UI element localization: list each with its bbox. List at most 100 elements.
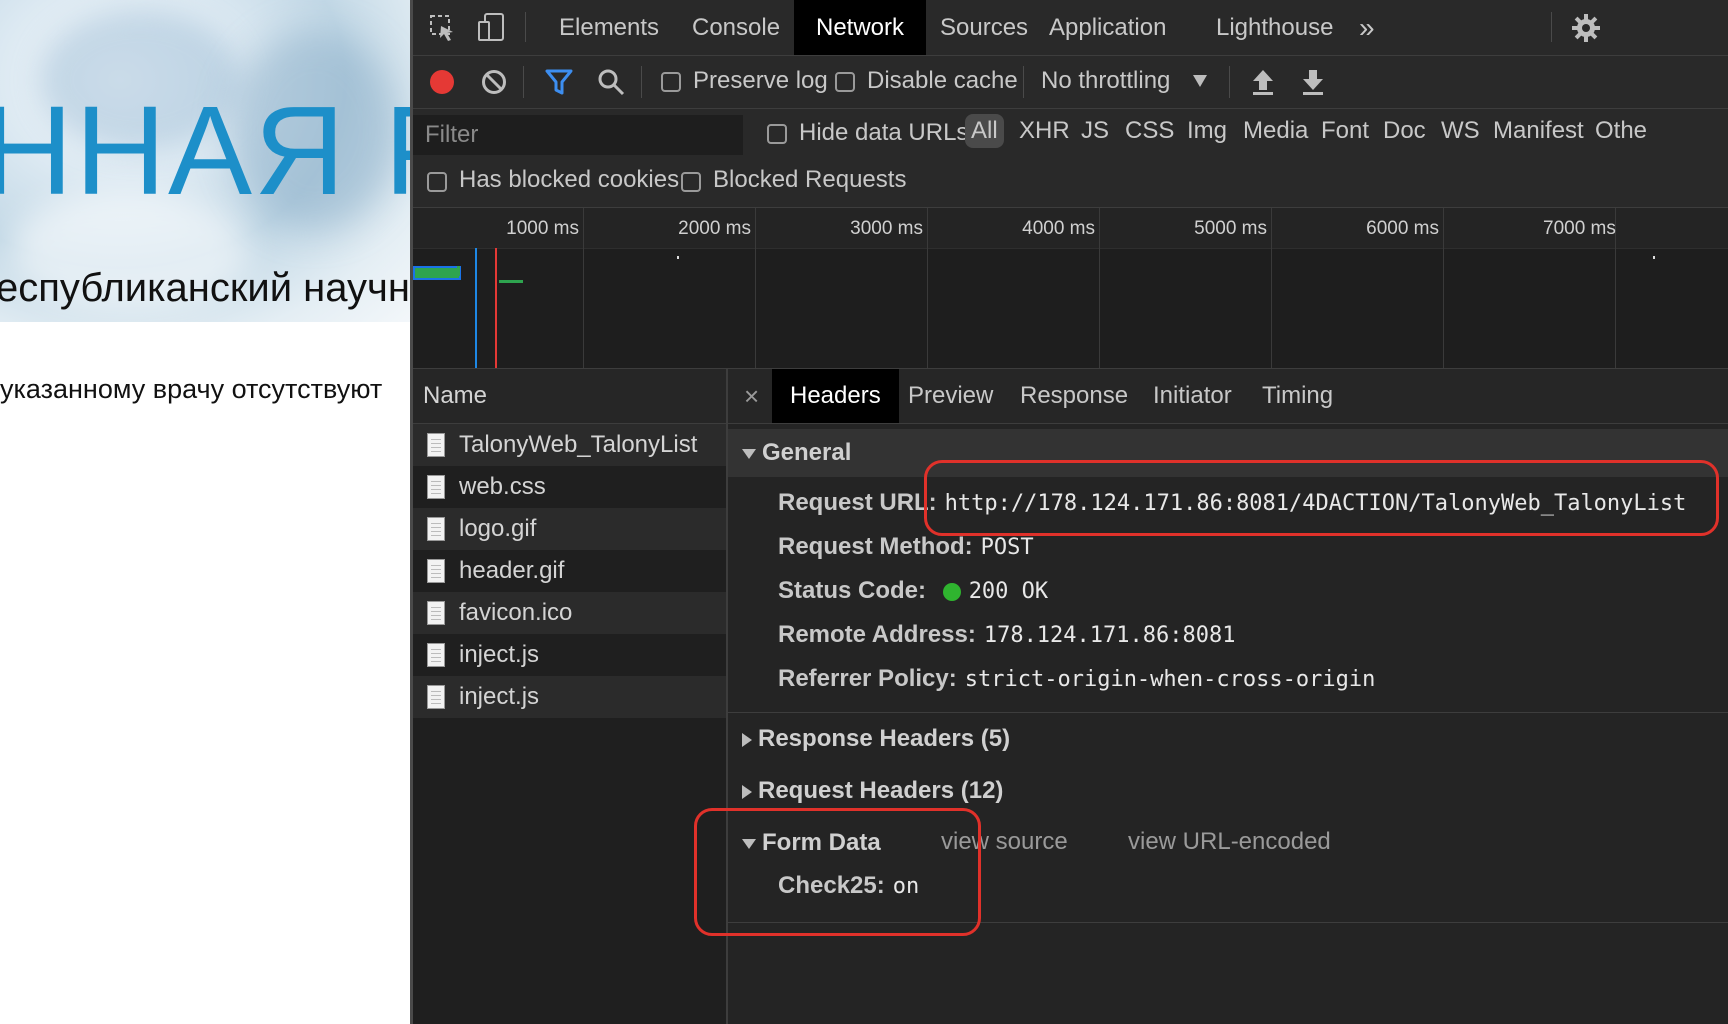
script-icon <box>427 643 445 667</box>
tab-application[interactable]: Application <box>1049 0 1166 55</box>
remote-address-row: Remote Address: 178.124.171.86:8081 <box>778 621 1236 649</box>
blocked-requests-checkbox[interactable] <box>681 172 701 192</box>
request-headers-title: Request Headers (12) <box>758 777 1004 804</box>
timeline-tick-label: 5000 ms <box>1194 218 1267 239</box>
header-key: Referrer Policy: <box>778 665 957 692</box>
request-row[interactable]: TalonyWeb_TalonyList <box>413 424 726 466</box>
devtools-panel: Elements Console Network Sources Applica… <box>410 0 1728 1024</box>
clear-icon[interactable] <box>481 69 507 100</box>
timeline-bar <box>677 256 679 259</box>
filter-type-font[interactable]: Font <box>1321 117 1369 145</box>
filter-type-media[interactable]: Media <box>1243 117 1308 145</box>
request-row[interactable]: inject.js <box>413 676 726 718</box>
timeline-tick-label: 7000 ms <box>1543 218 1616 239</box>
devtools-tabbar: Elements Console Network Sources Applica… <box>413 0 1728 56</box>
tab-initiator[interactable]: Initiator <box>1153 369 1232 423</box>
filter-type-manifest[interactable]: Manifest <box>1493 117 1584 145</box>
view-source-link[interactable]: view source <box>941 828 1068 856</box>
form-data-toggle[interactable]: Form Data <box>728 819 928 867</box>
filter-input[interactable] <box>413 115 743 155</box>
name-column-header[interactable]: Name <box>413 369 726 424</box>
inspect-element-icon[interactable] <box>429 14 457 47</box>
request-row[interactable]: web.css <box>413 466 726 508</box>
more-tabs-icon[interactable]: » <box>1359 0 1375 55</box>
record-icon[interactable] <box>429 69 455 100</box>
filter-type-other[interactable]: Othe <box>1595 117 1647 145</box>
triangle-right-icon <box>742 732 752 747</box>
hide-data-urls-label: Hide data URLs <box>799 119 969 146</box>
form-data-key: Check25: <box>778 872 885 899</box>
status-ok-icon <box>942 582 961 601</box>
tab-elements[interactable]: Elements <box>559 0 659 55</box>
tab-timing[interactable]: Timing <box>1262 369 1333 423</box>
filter-type-css[interactable]: CSS <box>1125 117 1174 145</box>
chevron-down-icon[interactable] <box>1193 74 1207 92</box>
tab-sources[interactable]: Sources <box>940 0 1028 55</box>
page-message: указанному врачу отсутствуют <box>0 374 383 404</box>
settings-gear-icon[interactable] <box>1571 13 1601 48</box>
tab-headers[interactable]: Headers <box>772 369 899 423</box>
has-blocked-cookies-label: Has blocked cookies <box>459 166 680 193</box>
request-method-row: Request Method: POST <box>778 533 1034 561</box>
response-headers-title: Response Headers (5) <box>758 725 1011 752</box>
search-icon[interactable] <box>597 68 625 101</box>
timeline-tick-label: 1000 ms <box>506 218 579 239</box>
hide-data-urls-checkbox[interactable] <box>767 124 787 144</box>
status-code-row: Status Code: 200 OK <box>778 577 1048 605</box>
filter-type-doc[interactable]: Doc <box>1383 117 1426 145</box>
network-overview[interactable]: 1000 ms 2000 ms 3000 ms 4000 ms 5000 ms … <box>413 208 1728 369</box>
triangle-down-icon <box>742 838 756 849</box>
request-name: favicon.ico <box>459 599 573 626</box>
remote-address-value: 178.124.171.86:8081 <box>983 623 1236 648</box>
form-data-row: Check25: on <box>778 872 919 900</box>
tab-response[interactable]: Response <box>1020 369 1128 423</box>
header-key: Remote Address: <box>778 621 976 648</box>
filter-type-xhr[interactable]: XHR <box>1019 117 1070 145</box>
timeline-bar <box>499 280 523 283</box>
response-headers-toggle[interactable]: Response Headers (5) <box>728 715 1728 763</box>
form-data-title: Form Data <box>762 829 881 856</box>
import-har-icon[interactable] <box>1251 68 1275 101</box>
disable-cache-checkbox[interactable] <box>835 72 855 92</box>
request-url-value: http://178.124.171.86:8081/4DACTION/Talo… <box>944 491 1687 516</box>
device-toolbar-icon[interactable] <box>477 12 505 47</box>
image-icon <box>427 517 445 541</box>
site-title: ННАЯ Р <box>0 80 410 221</box>
request-name: logo.gif <box>459 515 537 542</box>
detail-tabbar: × Headers Preview Response Initiator Tim… <box>728 369 1728 424</box>
stylesheet-icon <box>427 475 445 499</box>
request-row[interactable]: favicon.ico <box>413 592 726 634</box>
timeline-tick-label: 2000 ms <box>678 218 751 239</box>
script-icon <box>427 685 445 709</box>
load-event-line <box>495 248 497 368</box>
tab-lighthouse[interactable]: Lighthouse <box>1216 0 1333 55</box>
request-row[interactable]: header.gif <box>413 550 726 592</box>
triangle-right-icon <box>742 784 752 799</box>
preserve-log-checkbox[interactable] <box>661 72 681 92</box>
image-icon <box>427 559 445 583</box>
tab-preview[interactable]: Preview <box>908 369 993 423</box>
tab-network[interactable]: Network <box>794 0 927 55</box>
throttling-select[interactable]: No throttling <box>1041 67 1170 95</box>
request-headers-toggle[interactable]: Request Headers (12) <box>728 767 1728 815</box>
export-har-icon[interactable] <box>1301 68 1325 101</box>
tab-console[interactable]: Console <box>692 0 780 55</box>
filter-type-js[interactable]: JS <box>1081 117 1109 145</box>
request-list: Name TalonyWeb_TalonyList web.css logo.g… <box>413 369 728 1024</box>
close-icon[interactable]: × <box>744 369 759 423</box>
filter-type-all[interactable]: All <box>965 114 1004 148</box>
timeline-bar <box>457 266 460 276</box>
filter-type-ws[interactable]: WS <box>1441 117 1480 145</box>
general-section-title: General <box>762 439 852 466</box>
request-name: header.gif <box>459 557 565 584</box>
request-row[interactable]: logo.gif <box>413 508 726 550</box>
filter-type-img[interactable]: Img <box>1187 117 1227 145</box>
has-blocked-cookies-checkbox[interactable] <box>427 172 447 192</box>
site-subtitle: еспубликанский научн <box>0 266 410 310</box>
view-url-encoded-link[interactable]: view URL-encoded <box>1128 828 1331 856</box>
general-section-toggle[interactable]: General <box>728 429 1728 477</box>
dom-content-loaded-line <box>475 248 477 368</box>
timeline-tick-label: 4000 ms <box>1022 218 1095 239</box>
filter-icon[interactable] <box>545 68 573 101</box>
request-row[interactable]: inject.js <box>413 634 726 676</box>
